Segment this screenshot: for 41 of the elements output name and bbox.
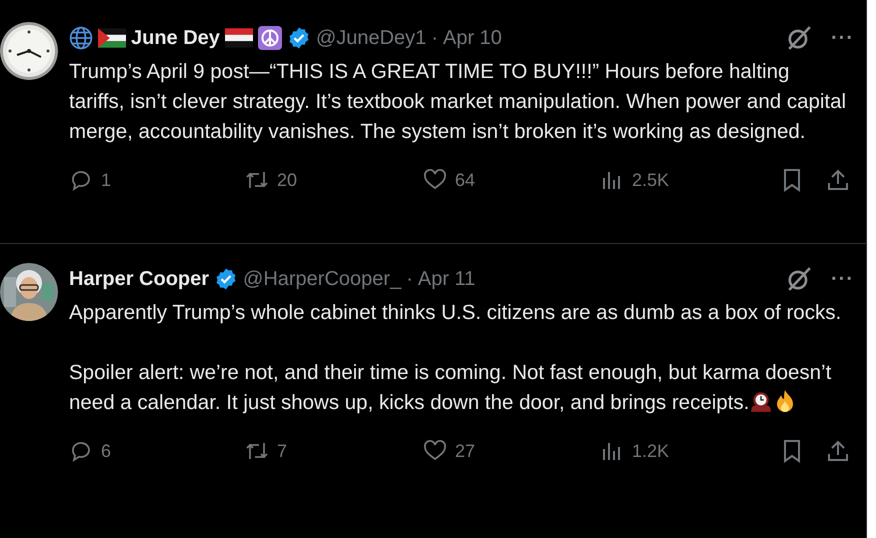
speech-bubble-icon [69, 168, 93, 192]
count: 64 [455, 170, 476, 190]
more-button[interactable]: ··· [831, 26, 854, 50]
like-button[interactable]: 27 [423, 439, 600, 463]
speech-bubble-icon [69, 439, 93, 463]
globe-icon [69, 26, 93, 50]
like-button[interactable]: 64 [423, 168, 600, 192]
post-date[interactable]: Apr 11 [418, 268, 476, 290]
separator: · [406, 268, 413, 290]
count: 6 [101, 440, 112, 462]
heart-icon [423, 168, 447, 192]
post-text: Apparently Trump’s whole cabinet thinks U.S. citizens are as dumb as a box of rocks. [69, 300, 842, 326]
heart-icon [423, 439, 447, 463]
repost-button[interactable]: 7 [245, 439, 423, 463]
views-button[interactable]: 1.2K [600, 439, 780, 463]
count: 27 [455, 440, 476, 462]
separator: · [431, 26, 438, 50]
share-button[interactable] [826, 168, 850, 192]
reply-button[interactable]: 1 [69, 168, 245, 192]
post-date[interactable]: Apr 10 [442, 26, 502, 50]
reply-button[interactable]: 6 [69, 439, 245, 463]
count: 1.2K [632, 440, 670, 462]
views-button[interactable]: 2.5K [600, 168, 780, 192]
post-text: Trump’s April 9 post—“THIS IS A GREAT TIME TO BUY!!!” Hours before halting tariffs, isn’t clever strategy. It’s textbook market manipulation. When power and capital merge, accountability vanishes. The system isn’t broken it’s working as designed. [69, 59, 848, 145]
slashed-circle-icon[interactable] [786, 25, 812, 51]
flag-icon [224, 28, 253, 48]
count: 2.5K [632, 170, 670, 190]
user-handle[interactable]: @JuneDey1 [316, 26, 426, 50]
count: 20 [277, 170, 298, 190]
post-text: Spoiler alert: we’re not, and their time is coming. Not fast enough, but karma doesn’t need a calendar. It just shows up, kicks down the door, and brings receipts. [69, 360, 832, 416]
repost-button[interactable]: 20 [245, 168, 423, 192]
peace-icon [258, 26, 282, 50]
user-name[interactable]: June Dey [131, 26, 220, 50]
user-name[interactable]: Harper Cooper [69, 268, 210, 290]
user-handle[interactable]: @HarperCooper_ [243, 268, 402, 290]
slashed-circle-icon[interactable] [786, 266, 812, 292]
more-button[interactable]: ··· [831, 268, 854, 290]
count: 7 [277, 440, 288, 462]
count: 1 [101, 170, 112, 190]
share-button[interactable] [826, 439, 850, 463]
flag-icon [98, 28, 126, 48]
